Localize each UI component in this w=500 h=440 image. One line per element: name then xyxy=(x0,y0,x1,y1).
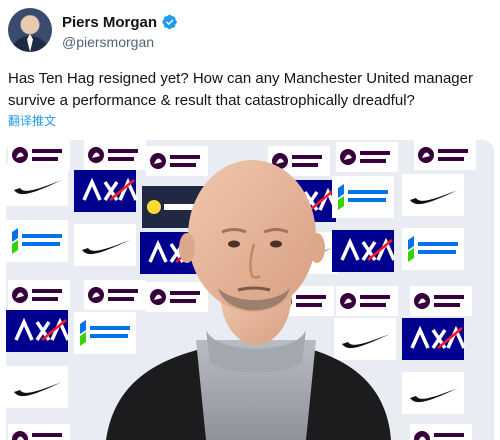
verified-badge-icon xyxy=(162,14,177,30)
profile-avatar[interactable] xyxy=(8,8,52,52)
display-name[interactable]: Piers Morgan xyxy=(62,14,157,31)
tweet-photo[interactable] xyxy=(6,140,494,440)
avatar-tie-detail xyxy=(27,34,33,52)
translate-tweet-link[interactable]: 翻译推文 xyxy=(8,112,56,129)
user-handle[interactable]: @piersmorgan xyxy=(62,34,154,50)
interview-photo-illustration xyxy=(6,140,494,440)
name-row: Piers Morgan xyxy=(62,12,178,32)
tweet-header: Piers Morgan @piersmorgan xyxy=(8,8,488,58)
tweet-text: Has Ten Hag resigned yet? How can any Ma… xyxy=(8,70,473,109)
